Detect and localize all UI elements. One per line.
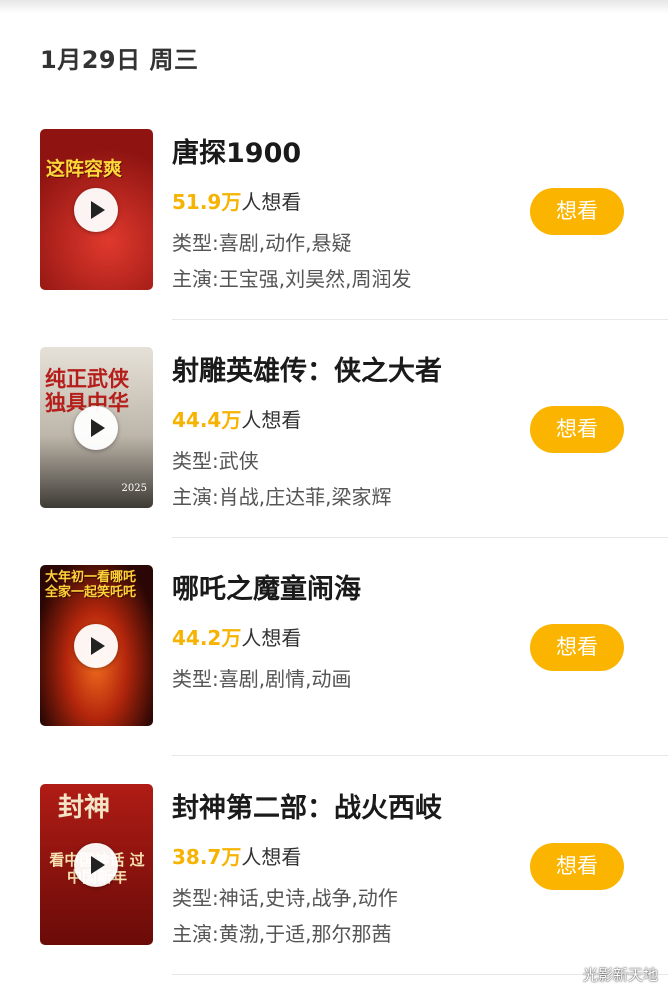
want-count: 44.4万人想看 xyxy=(172,404,301,433)
movie-poster[interactable]: 大年初一看哪吒 全家一起笑吒吒 xyxy=(40,565,153,726)
want-button[interactable]: 想看 xyxy=(530,843,624,890)
top-shadow-bar xyxy=(0,0,668,14)
want-suffix: 人想看 xyxy=(241,190,302,214)
movie-poster[interactable]: 封神 看中国神话 过中国新年 xyxy=(40,784,153,945)
movie-title[interactable]: 射雕英雄传：侠之大者 xyxy=(172,349,442,388)
play-icon[interactable] xyxy=(74,406,118,450)
watermark: 光影新天地 xyxy=(582,966,658,984)
want-suffix: 人想看 xyxy=(241,845,302,869)
want-count: 44.2万人想看 xyxy=(172,622,301,651)
movie-item[interactable]: 这阵容爽 唐探1900 51.9万人想看 类型:喜剧,动作,悬疑 主演:王宝强,… xyxy=(0,129,668,347)
want-number: 51.9万 xyxy=(172,190,242,214)
want-number: 38.7万 xyxy=(172,845,242,869)
want-suffix: 人想看 xyxy=(241,626,302,650)
movie-genre: 类型:武侠 xyxy=(172,449,259,473)
want-number: 44.2万 xyxy=(172,626,242,650)
play-icon[interactable] xyxy=(74,188,118,232)
movie-item[interactable]: 大年初一看哪吒 全家一起笑吒吒 哪吒之魔童闹海 44.2万人想看 类型:喜剧,剧… xyxy=(0,565,668,783)
want-button[interactable]: 想看 xyxy=(530,406,624,453)
divider xyxy=(172,755,668,756)
movie-title[interactable]: 唐探1900 xyxy=(172,131,301,170)
movie-cast: 主演:王宝强,刘昊然,周润发 xyxy=(172,267,412,291)
poster-caption: 这阵容爽 xyxy=(46,158,123,180)
poster-caption: 封神 xyxy=(58,793,111,823)
divider xyxy=(172,319,668,320)
movie-cast: 主演:肖战,庄达菲,梁家辉 xyxy=(172,485,392,509)
play-icon[interactable] xyxy=(74,624,118,668)
movie-cast: 主演:黄渤,于适,那尔那茜 xyxy=(172,922,392,946)
want-count: 38.7万人想看 xyxy=(172,841,301,870)
movie-genre: 类型:喜剧,动作,悬疑 xyxy=(172,231,352,255)
want-button[interactable]: 想看 xyxy=(530,188,624,235)
movie-item[interactable]: 封神 看中国神话 过中国新年 封神第二部：战火西岐 38.7万人想看 类型:神话… xyxy=(0,784,668,1002)
want-count: 51.9万人想看 xyxy=(172,186,301,215)
want-button[interactable]: 想看 xyxy=(530,624,624,671)
movie-item[interactable]: 纯正武侠 独具中华 2025 射雕英雄传：侠之大者 44.4万人想看 类型:武侠… xyxy=(0,347,668,565)
movie-genre: 类型:喜剧,剧情,动画 xyxy=(172,667,352,691)
poster-caption: 大年初一看哪吒 全家一起笑吒吒 xyxy=(45,570,137,600)
play-icon[interactable] xyxy=(74,843,118,887)
movie-title[interactable]: 哪吒之魔童闹海 xyxy=(172,567,361,606)
movie-poster[interactable]: 这阵容爽 xyxy=(40,129,153,290)
want-number: 44.4万 xyxy=(172,408,242,432)
movie-genre: 类型:神话,史诗,战争,动作 xyxy=(172,886,398,910)
movie-title[interactable]: 封神第二部：战火西岐 xyxy=(172,786,442,825)
want-suffix: 人想看 xyxy=(241,408,302,432)
poster-year: 2025 xyxy=(121,482,147,494)
date-header: 1月29日 周三 xyxy=(40,46,199,74)
movie-poster[interactable]: 纯正武侠 独具中华 2025 xyxy=(40,347,153,508)
divider xyxy=(172,537,668,538)
